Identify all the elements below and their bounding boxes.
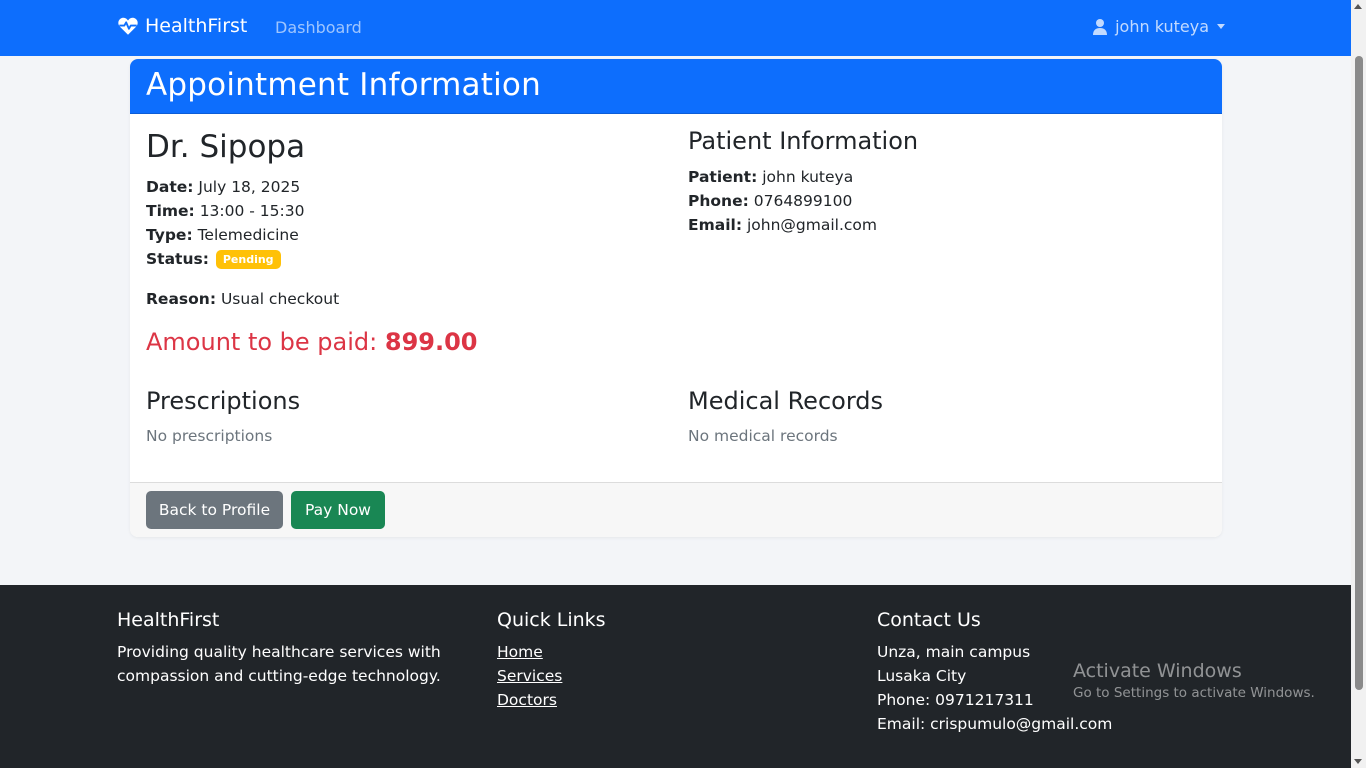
prescriptions-empty-text: No prescriptions: [146, 427, 273, 445]
email-value: john@gmail.com: [746, 216, 877, 234]
medical-records-empty-text: No medical records: [688, 427, 838, 445]
time-value: 13:00 - 15:30: [199, 202, 305, 220]
date-value: July 18, 2025: [198, 178, 301, 196]
patient-line: Patient: john kuteya: [688, 168, 853, 186]
patient-value: john kuteya: [762, 168, 854, 186]
date-label: Date:: [146, 178, 194, 196]
prescriptions-heading: Prescriptions: [146, 387, 301, 415]
brand-link[interactable]: HealthFirst: [117, 15, 247, 37]
amount-value: 899.00: [384, 328, 478, 356]
type-label: Type:: [146, 226, 193, 244]
email-label: Email:: [688, 216, 743, 234]
user-icon: [1093, 18, 1108, 35]
footer-link-home[interactable]: Home: [497, 640, 606, 664]
brand-name: HealthFirst: [145, 15, 248, 37]
reason-line: Reason: Usual checkout: [146, 290, 339, 308]
patient-label: Patient:: [688, 168, 758, 186]
footer-link-services[interactable]: Services: [497, 664, 606, 688]
reason-label: Reason:: [146, 290, 217, 308]
type-line: Type: Telemedicine: [146, 226, 299, 244]
heart-pulse-icon: [118, 17, 138, 35]
footer-about: HealthFirst Providing quality healthcare…: [117, 609, 441, 688]
user-dropdown-toggle[interactable]: john kuteya: [1093, 17, 1225, 36]
status-line: Status: Pending: [146, 250, 281, 269]
watermark-title: Activate Windows: [1073, 660, 1242, 682]
quick-links-title: Quick Links: [497, 609, 606, 631]
reason-value: Usual checkout: [220, 290, 340, 308]
activate-windows-watermark: Activate Windows Go to Settings to activ…: [1073, 660, 1315, 701]
card-header: Appointment Information: [130, 59, 1222, 114]
top-navbar: HealthFirst Dashboard john kuteya: [0, 0, 1351, 56]
watermark-subtitle: Go to Settings to activate Windows.: [1073, 685, 1315, 701]
nav-dashboard-link[interactable]: Dashboard: [275, 18, 362, 37]
back-to-profile-button[interactable]: Back to Profile: [146, 491, 283, 529]
pay-now-button[interactable]: Pay Now: [291, 491, 385, 529]
amount-due: Amount to be paid: 899.00: [146, 328, 478, 356]
medical-records-heading: Medical Records: [688, 387, 883, 415]
status-label: Status:: [146, 250, 209, 268]
phone-value: 0764899100: [753, 192, 853, 210]
email-line: Email: john@gmail.com: [688, 216, 877, 234]
date-line: Date: July 18, 2025: [146, 178, 300, 196]
card-body: Dr. Sipopa Date: July 18, 2025 Time: 13:…: [130, 114, 1222, 482]
appointment-card: Appointment Information Dr. Sipopa Date:…: [130, 59, 1222, 537]
type-value: Telemedicine: [197, 226, 299, 244]
patient-info-heading: Patient Information: [688, 127, 919, 155]
footer-about-line-2: compassion and cutting-edge technology.: [117, 667, 441, 685]
time-line: Time: 13:00 - 15:30: [146, 202, 304, 220]
contact-title: Contact Us: [877, 609, 981, 631]
amount-label: Amount to be paid:: [146, 328, 378, 356]
page-title: Appointment Information: [146, 67, 541, 103]
time-label: Time:: [146, 202, 195, 220]
phone-label: Phone:: [688, 192, 749, 210]
footer-link-doctors[interactable]: Doctors: [497, 688, 606, 712]
footer-quick-links: Quick Links Home Services Doctors: [497, 609, 606, 712]
scroll-up-arrow-icon[interactable]: [1354, 4, 1362, 9]
footer-brand-title: HealthFirst: [117, 609, 220, 631]
user-name: john kuteya: [1115, 17, 1209, 36]
contact-email: Email: crispumulo@gmail.com: [877, 715, 1113, 733]
status-badge: Pending: [215, 250, 281, 269]
footer-about-line-1: Providing quality healthcare services wi…: [117, 643, 441, 661]
chevron-down-icon: [1217, 24, 1225, 29]
card-footer: Back to Profile Pay Now: [130, 482, 1222, 537]
scrollbar-thumb[interactable]: [1355, 56, 1363, 690]
doctor-name: Dr. Sipopa: [146, 129, 306, 165]
page-scrollbar[interactable]: [1351, 0, 1366, 768]
phone-line: Phone: 0764899100: [688, 192, 852, 210]
scroll-down-arrow-icon[interactable]: [1354, 759, 1362, 764]
